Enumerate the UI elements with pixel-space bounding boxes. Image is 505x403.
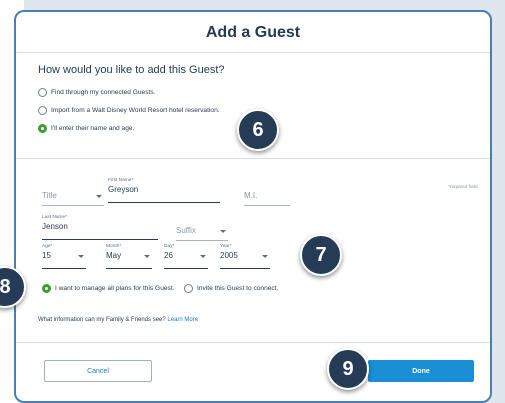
section-divider xyxy=(16,158,490,159)
month-value: May xyxy=(106,251,122,260)
radio-button[interactable] xyxy=(38,88,47,97)
option-label: Invite this Guest to connect. xyxy=(197,285,279,292)
age-select[interactable]: Age* 15 xyxy=(42,244,86,269)
learn-more-link[interactable]: Learn More xyxy=(167,317,198,323)
mi-placeholder: M.I. xyxy=(244,191,258,200)
chevron-down-icon xyxy=(220,230,226,233)
age-value: 15 xyxy=(42,251,51,260)
title-placeholder: Title xyxy=(42,191,57,200)
first-name-label: First Name* xyxy=(108,178,134,183)
year-value: 2005 xyxy=(220,251,238,260)
option-label: Import from a Walt Disney World Resort h… xyxy=(51,107,220,114)
option-label: Find through my connected Guests. xyxy=(51,89,156,96)
chevron-down-icon xyxy=(262,255,268,258)
required-field-note: *required field xyxy=(448,185,478,190)
option-invite-to-connect[interactable]: Invite this Guest to connect. xyxy=(184,284,278,293)
day-select[interactable]: Day* 26 xyxy=(164,244,208,269)
month-label: Month* xyxy=(106,244,122,249)
chevron-down-icon xyxy=(200,255,206,258)
month-select[interactable]: Month* May xyxy=(106,244,152,269)
day-value: 26 xyxy=(164,251,173,260)
middle-initial-field[interactable]: M.I. xyxy=(244,184,290,206)
add-guest-modal: Add a Guest How would you like to add th… xyxy=(14,10,492,403)
radio-button-selected[interactable] xyxy=(38,124,47,133)
modal-title: Add a Guest xyxy=(205,24,301,41)
first-name-field[interactable]: First Name* Greyson xyxy=(108,178,220,203)
year-select[interactable]: Year* 2005 xyxy=(220,244,270,269)
year-label: Year* xyxy=(220,244,232,249)
add-method-question: How would you like to add this Guest? xyxy=(38,64,225,76)
option-import-reservation[interactable]: Import from a Walt Disney World Resort h… xyxy=(38,106,220,115)
title-select[interactable]: Title xyxy=(42,184,104,206)
first-name-value: Greyson xyxy=(108,185,139,194)
radio-button[interactable] xyxy=(38,106,47,115)
last-name-value: Jenson xyxy=(42,222,68,231)
option-connected-guests[interactable]: Find through my connected Guests. xyxy=(38,88,155,97)
suffix-select[interactable]: Suffix xyxy=(176,219,228,241)
step-badge-9: 9 xyxy=(327,348,369,390)
cancel-button[interactable]: Cancel xyxy=(44,360,152,382)
day-label: Day* xyxy=(164,244,175,249)
step-badge-7: 7 xyxy=(300,234,342,276)
radio-button[interactable] xyxy=(184,284,193,293)
chevron-down-icon xyxy=(144,255,150,258)
suffix-placeholder: Suffix xyxy=(176,226,196,235)
last-name-field[interactable]: Last Name* Jenson xyxy=(42,215,158,240)
family-friends-info: What information can my Family & Friends… xyxy=(38,317,198,323)
step-badge-6: 6 xyxy=(237,109,279,151)
info-text: What information can my Family & Friends… xyxy=(38,317,166,323)
option-enter-name-age[interactable]: I'll enter their name and age. xyxy=(38,124,134,133)
done-button[interactable]: Done xyxy=(368,360,474,382)
footer-divider xyxy=(16,342,490,343)
chevron-down-icon xyxy=(96,195,102,198)
option-label: I'll enter their name and age. xyxy=(51,125,135,132)
radio-button-selected[interactable] xyxy=(42,284,51,293)
chevron-down-icon xyxy=(78,255,84,258)
title-divider xyxy=(16,52,490,53)
option-manage-all-plans[interactable]: I want to manage all plans for this Gues… xyxy=(42,284,174,293)
option-label: I want to manage all plans for this Gues… xyxy=(55,285,175,292)
last-name-label: Last Name* xyxy=(42,215,68,220)
age-label: Age* xyxy=(42,244,53,249)
